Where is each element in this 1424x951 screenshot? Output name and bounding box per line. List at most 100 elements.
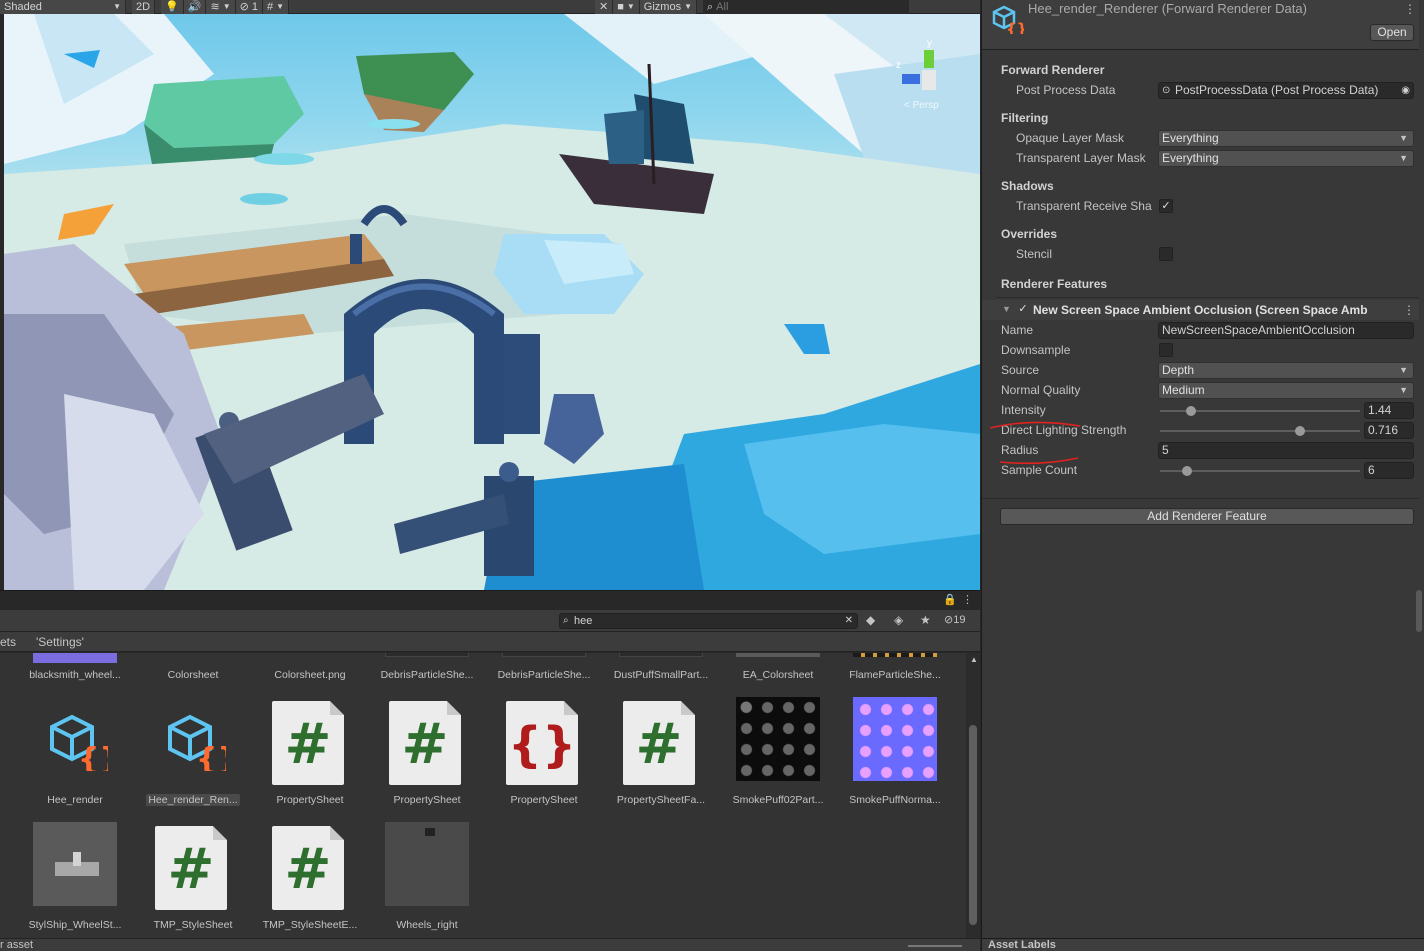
hidden-packages-toggle[interactable]: ⊘19 (944, 613, 965, 626)
divider (996, 297, 1419, 298)
intensity-field[interactable]: 1.44 (1364, 402, 1414, 419)
project-search-input[interactable]: ⌕ hee ✕ (559, 613, 858, 629)
kebab-menu-icon[interactable]: ⋮ (1404, 2, 1416, 16)
favorite-star-icon[interactable]: ★ (920, 613, 931, 627)
csharp-script-icon: # (272, 701, 344, 785)
csharp-script-icon: # (623, 701, 695, 785)
sample-count-slider-handle[interactable] (1182, 466, 1192, 476)
shading-mode-dropdown[interactable]: Shaded ▼ (0, 0, 126, 14)
orientation-gizmo[interactable]: y z < Persp (894, 34, 954, 114)
asset-label: TMP_StyleSheet (153, 919, 233, 931)
inspector-title: Hee_render_Renderer (Forward Renderer Da… (1028, 1, 1307, 16)
direct-lighting-strength-slider[interactable] (1160, 430, 1360, 432)
asset-label: Colorsheet.png (274, 669, 346, 681)
clear-search-icon[interactable]: ✕ (845, 614, 853, 628)
normal-map-thumbnail (853, 697, 937, 781)
sample-count-field[interactable]: 6 (1364, 462, 1414, 479)
add-renderer-feature-button[interactable]: Add Renderer Feature (1000, 508, 1414, 525)
camera-button[interactable]: ■ ▼ (613, 0, 640, 14)
transparent-layer-mask-dropdown[interactable]: Everything ▼ (1158, 150, 1414, 167)
breadcrumb-settings[interactable]: 'Settings' (36, 632, 84, 652)
model-preview-shape (425, 828, 435, 836)
renderer-data-icon: {} (992, 5, 1024, 34)
normal-quality-dropdown[interactable]: Medium ▼ (1158, 382, 1414, 399)
direct-lighting-strength-slider-handle[interactable] (1295, 426, 1305, 436)
chevron-down-icon: ▼ (1399, 385, 1408, 395)
chevron-down-icon: ▼ (1399, 133, 1408, 143)
icon-size-slider[interactable] (908, 945, 962, 947)
model-thumbnail (385, 822, 469, 906)
perspective-label[interactable]: < Persp (904, 100, 939, 111)
normal-quality-value: Medium (1162, 383, 1205, 397)
object-picker-icon[interactable]: ◉ (1401, 83, 1410, 98)
project-search-bar: ⌕ hee ✕ ◆ ◈ ★ ⊘19 (0, 610, 980, 632)
lock-icon[interactable]: 🔒 (943, 593, 957, 606)
annotation-underlines (989, 421, 1081, 465)
feature-header[interactable]: ▼ ✓ New Screen Space Ambient Occlusion (… (982, 300, 1419, 320)
section-shadows: Shadows (1001, 179, 1054, 193)
chevron-down-icon: ▼ (113, 1, 121, 11)
search-by-type-icon[interactable]: ◆ (866, 613, 875, 627)
post-process-data-field[interactable]: ⊙ PostProcessData (Post Process Data) ◉ (1158, 82, 1414, 99)
svg-text:{}: {} (196, 742, 226, 771)
texture-thumbnail (385, 653, 469, 657)
feature-enabled-checkbox[interactable]: ✓ (1016, 303, 1030, 317)
chevron-down-icon: ▼ (276, 1, 284, 11)
kebab-menu-icon[interactable]: ⋮ (962, 593, 973, 606)
grid-icon: # (266, 0, 274, 13)
section-renderer-features: Renderer Features (1001, 277, 1108, 291)
mesa-plateau (144, 76, 304, 148)
chevron-down-icon: ▼ (684, 1, 692, 11)
direct-lighting-strength-field[interactable]: 0.716 (1364, 422, 1414, 439)
foldout-arrow-icon[interactable]: ▼ (1002, 304, 1011, 314)
intensity-slider-handle[interactable] (1186, 406, 1196, 416)
lighting-toggle[interactable]: 💡 (161, 0, 184, 14)
effects-icon: ≋ (210, 0, 220, 13)
axis-z-label: z (896, 60, 901, 71)
axis-y-label: y (927, 38, 932, 49)
asset-label: FlameParticleShe... (849, 669, 941, 681)
kebab-menu-icon[interactable]: ⋮ (1403, 303, 1415, 317)
source-dropdown[interactable]: Depth ▼ (1158, 362, 1414, 379)
visibility-toggle[interactable]: ⊘ 1 (235, 0, 263, 14)
camera-icon: ■ (617, 0, 624, 13)
opaque-layer-mask-dropdown[interactable]: Everything ▼ (1158, 130, 1414, 147)
asset-label: SmokePuffNorma... (849, 794, 941, 806)
asset-label: PropertySheet (510, 794, 578, 806)
name-field[interactable]: NewScreenSpaceAmbientOcclusion (1158, 322, 1414, 339)
tools-button[interactable]: ✕ (595, 0, 614, 14)
grid-toggle[interactable]: # ▼ (262, 0, 289, 14)
gizmos-dropdown[interactable]: Gizmos ▼ (639, 0, 697, 14)
downsample-checkbox[interactable] (1159, 343, 1173, 357)
gizmo-center-cube (922, 70, 936, 90)
radius-field[interactable]: 5 (1158, 442, 1414, 459)
asset-grid-scrollbar[interactable]: ▲ (966, 653, 980, 938)
model-preview-shape (73, 852, 81, 866)
scene-search-input[interactable]: ⌕ All (703, 0, 909, 14)
checkmark-icon: ✓ (1018, 303, 1028, 315)
toggle-2d-label: 2D (136, 0, 151, 13)
stencil-checkbox[interactable] (1159, 247, 1173, 261)
audio-toggle[interactable]: 🔊 (183, 0, 207, 14)
texture-thumbnail (502, 653, 586, 657)
scroll-thumb[interactable] (969, 725, 977, 925)
effects-toggle[interactable]: ≋ ▼ (206, 0, 236, 14)
renderer-data-icon: {} (168, 714, 226, 771)
shading-mode-label: Shaded (4, 0, 42, 13)
svg-text:{}: {} (78, 742, 108, 771)
label-tag-icon[interactable]: ◈ (894, 613, 903, 627)
eye-hidden-icon: ⊘ (944, 614, 954, 626)
asset-label: PropertySheet (393, 794, 461, 806)
breadcrumb-tab-partial[interactable]: ets (0, 632, 16, 652)
scroll-up-icon[interactable]: ▲ (970, 655, 978, 664)
transparent-receive-shadows-checkbox[interactable]: ✓ (1159, 199, 1173, 213)
inspector-header: {} Hee_render_Renderer (Forward Renderer… (982, 0, 1419, 50)
selected-asset-path: r asset (0, 939, 34, 951)
scene-view[interactable]: y z < Persp (4, 14, 980, 590)
axis-y-cone (924, 50, 934, 68)
toggle-2d-button[interactable]: 2D (132, 0, 156, 14)
model-thumbnail (33, 822, 117, 906)
inspector-scrollbar[interactable] (1416, 590, 1422, 632)
downsample-label: Downsample (1001, 343, 1071, 357)
open-button[interactable]: Open (1370, 24, 1414, 41)
